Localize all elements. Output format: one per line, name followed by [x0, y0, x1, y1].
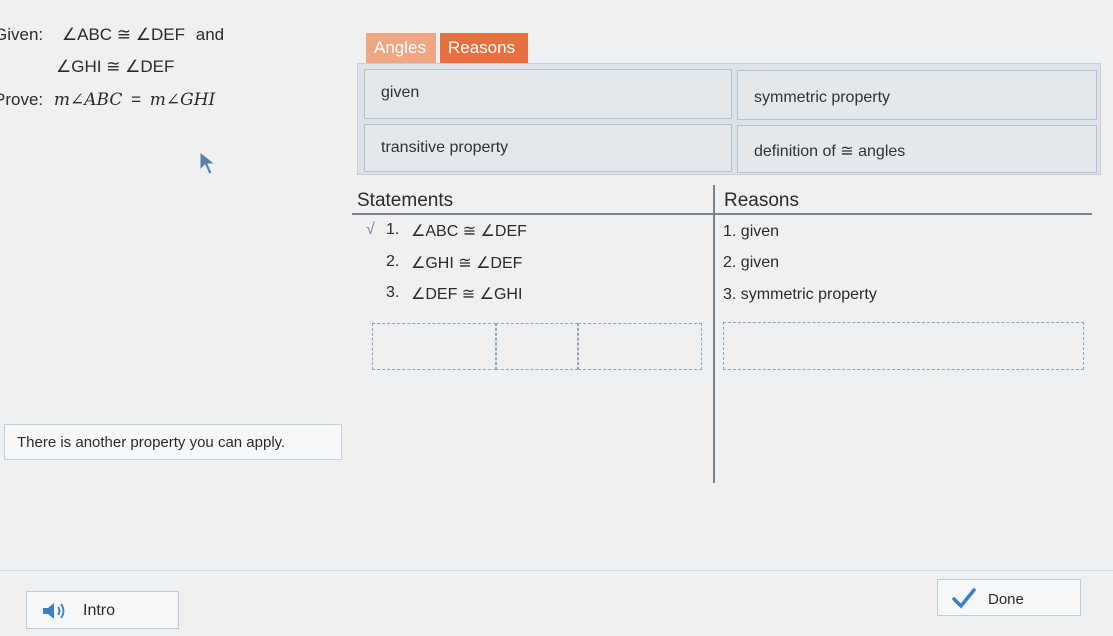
done-button-label: Done	[988, 591, 1024, 608]
row-3-statement: ∠DEF ≅ ∠GHI	[411, 286, 523, 303]
reason-dropzone[interactable]	[723, 322, 1084, 370]
bank-item-symmetric-property[interactable]: symmetric property	[737, 70, 1097, 120]
footer-divider	[0, 570, 1113, 571]
feedback-message: There is another property you can apply.	[4, 424, 342, 460]
bank-item-definition-congruent-angles[interactable]: definition of ≅ angles	[737, 125, 1097, 173]
row-2-number: 2.	[386, 253, 400, 270]
tab-reasons[interactable]: Reasons	[440, 33, 528, 63]
row-2-statement: ∠GHI ≅ ∠DEF	[411, 255, 523, 272]
given-statement-1: ∠ABC ≅ ∠DEF	[61, 25, 186, 44]
checkmark-icon	[952, 588, 976, 609]
mouse-cursor-icon	[199, 150, 217, 175]
bank-item-transitive-property[interactable]: transitive property	[364, 124, 732, 172]
given-and: and	[195, 25, 225, 44]
given-statement-2: ∠GHI ≅ ∠DEF	[56, 57, 175, 76]
reasons-header: Reasons	[724, 190, 799, 211]
row-3-reason: 3. symmetric property	[723, 286, 877, 303]
done-button[interactable]: Done	[937, 579, 1081, 616]
prove-line: Prove: m∠ABC = m∠GHI	[0, 90, 215, 110]
tab-angles[interactable]: Angles	[366, 33, 436, 63]
statement-dropzone-3[interactable]	[578, 323, 702, 370]
statement-dropzone-2[interactable]	[496, 323, 578, 370]
intro-button-label: Intro	[83, 602, 116, 619]
prove-equals: =	[131, 90, 142, 109]
statements-header: Statements	[357, 190, 454, 211]
statement-dropzone-1[interactable]	[372, 323, 496, 370]
intro-button[interactable]: Intro	[26, 591, 179, 629]
given-line-1: Given: ∠ABC ≅ ∠DEF and	[0, 25, 224, 45]
prove-right: m∠GHI	[149, 90, 216, 110]
bank-item-given[interactable]: given	[364, 69, 732, 119]
row-1-check-icon: √	[366, 221, 375, 238]
row-1-statement: ∠ABC ≅ ∠DEF	[411, 223, 527, 240]
row-1-number: 1.	[386, 221, 400, 238]
table-column-divider	[713, 185, 715, 483]
speaker-icon	[43, 603, 65, 619]
row-3-number: 3.	[386, 284, 400, 301]
prove-label: Prove:	[0, 90, 44, 109]
table-header-rule	[352, 213, 1092, 215]
row-1-reason: 1. given	[723, 223, 780, 240]
row-2-reason: 2. given	[723, 254, 780, 271]
prove-left: m∠ABC	[53, 90, 123, 110]
given-label: Given:	[0, 25, 44, 44]
